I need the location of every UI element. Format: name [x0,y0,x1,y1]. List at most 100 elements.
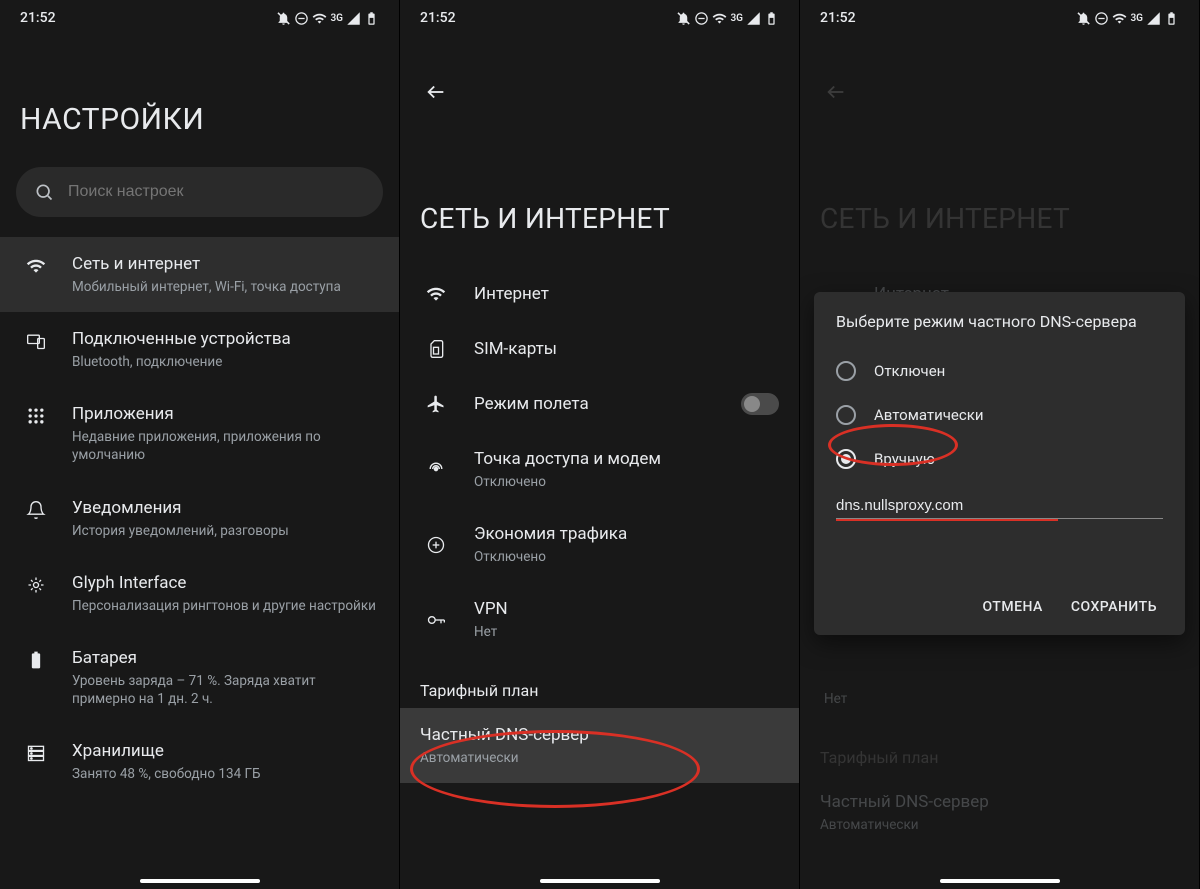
settings-item-battery[interactable]: Батарея Уровень заряда – 71 %. Заряда хв… [0,631,399,724]
dns-mode-dialog: Выберите режим частного DNS-сервера Откл… [814,292,1185,635]
do-not-disturb-icon [1094,11,1109,26]
radio-option-off[interactable]: Отключен [836,349,1163,393]
settings-item-network[interactable]: Сеть и интернет Мобильный интернет, Wi-F… [0,237,399,312]
radio-label: Вручную [874,450,935,468]
nav-pill[interactable] [140,879,260,883]
item-title: Экономия трафика [474,523,779,546]
settings-item-connected-devices[interactable]: Подключенные устройства Bluetooth, подкл… [0,312,399,387]
airplane-toggle[interactable] [741,393,779,415]
settings-item-glyph[interactable]: Glyph Interface Персонализация рингтонов… [0,556,399,631]
item-title: VPN [474,598,779,621]
screen-dns-dialog: 21:52 3G СЕТЬ И ИНТЕРНЕТ Интернет AirPor… [800,0,1200,889]
dnd-icon [276,11,291,26]
apps-icon [26,406,46,426]
item-title: Точка доступа и модем [474,448,779,471]
item-sub: Занято 48 %, свободно 134 ГБ [72,765,379,783]
radio-label: Отключен [874,362,945,380]
wifi-icon [312,11,327,26]
net-item-airplane[interactable]: Режим полета [400,377,799,432]
battery-icon [26,650,46,670]
radio-option-auto[interactable]: Автоматически [836,393,1163,437]
radio-label: Автоматически [874,406,984,424]
item-title: Частный DNS-сервер [820,791,1179,814]
item-sub: Bluetooth, подключение [72,353,379,371]
status-bar: 21:52 3G [0,0,399,32]
item-sub: Отключено [474,548,779,566]
back-button[interactable] [416,72,456,112]
signal-icon [746,11,761,26]
net-item-datasaver[interactable]: Экономия трафика Отключено [400,507,799,582]
wifi-icon [26,256,46,276]
vpn-key-icon [426,610,446,630]
settings-item-notifications[interactable]: Уведомления История уведомлений, разгово… [0,481,399,556]
network-type: 3G [330,13,343,24]
sim-icon [426,339,446,359]
storage-icon [26,743,46,763]
status-bar: 21:52 3G [400,0,799,32]
item-sub: Нет [824,690,1179,708]
item-title: Glyph Interface [72,572,379,595]
dnd-icon [1076,11,1091,26]
radio-icon[interactable] [836,449,856,469]
network-type: 3G [730,13,743,24]
data-saver-icon [426,535,446,555]
do-not-disturb-icon [294,11,309,26]
section-title: СЕТЬ И ИНТЕРНЕТ [400,120,799,267]
bell-icon [26,500,46,520]
arrow-back-icon [425,81,447,103]
search-icon [34,182,54,202]
airplane-icon [426,394,446,414]
do-not-disturb-icon [694,11,709,26]
radio-icon[interactable] [836,361,856,381]
signal-icon [346,11,361,26]
net-item-internet[interactable]: Интернет [400,267,799,322]
radio-icon[interactable] [836,405,856,425]
item-sub: Автоматически [420,749,779,767]
status-time: 21:52 [20,10,56,26]
wifi-icon [1112,11,1127,26]
item-title: Уведомления [72,497,379,520]
screen-network: 21:52 3G СЕТЬ И ИНТЕРНЕТ Интернет SIM-ка… [400,0,800,889]
net-item-vpn-bg: Нет [800,672,1199,724]
settings-item-apps[interactable]: Приложения Недавние приложения, приложен… [0,387,399,480]
devices-icon [26,331,46,351]
status-icons: 3G [276,11,379,26]
group-label-tariff: Тарифный план [800,724,1199,775]
status-time: 21:52 [420,10,456,26]
net-item-hotspot[interactable]: Точка доступа и модем Отключено [400,432,799,507]
item-sub: Отключено [474,473,779,491]
radio-option-manual[interactable]: Вручную [836,437,1163,481]
item-title: Приложения [72,403,379,426]
settings-item-storage[interactable]: Хранилище Занято 48 %, свободно 134 ГБ [0,724,399,799]
nav-pill[interactable] [940,879,1060,883]
net-item-vpn[interactable]: VPN Нет [400,582,799,657]
item-sub: Уровень заряда – 71 %. Заряда хватит при… [72,672,379,708]
page-title: НАСТРОЙКИ [0,32,399,167]
battery-icon [764,11,779,26]
glyph-icon [26,575,46,595]
network-type: 3G [1130,13,1143,24]
search-bar[interactable] [16,167,383,217]
cancel-button[interactable]: ОТМЕНА [982,599,1042,615]
net-item-private-dns[interactable]: Частный DNS-сервер Автоматически [400,708,799,783]
battery-icon [1164,11,1179,26]
search-input[interactable] [68,183,365,201]
status-bar: 21:52 3G [800,0,1199,32]
settings-list: Сеть и интернет Мобильный интернет, Wi-F… [0,237,399,800]
back-button[interactable] [816,72,856,112]
save-button[interactable]: СОХРАНИТЬ [1071,599,1157,615]
item-title: SIM-карты [474,338,779,361]
battery-icon [364,11,379,26]
group-label-tariff: Тарифный план [400,657,799,708]
item-title: Интернет [474,283,779,306]
nav-pill[interactable] [540,879,660,883]
item-title: Режим полета [474,393,715,416]
net-item-sim[interactable]: SIM-карты [400,322,799,377]
item-sub: Недавние приложения, приложения по умолч… [72,428,379,464]
status-icons: 3G [676,11,779,26]
item-sub: Автоматически [820,816,1179,834]
dnd-icon [676,11,691,26]
item-title: Частный DNS-сервер [420,724,779,747]
status-icons: 3G [1076,11,1179,26]
dns-hostname-input[interactable] [836,491,1163,519]
